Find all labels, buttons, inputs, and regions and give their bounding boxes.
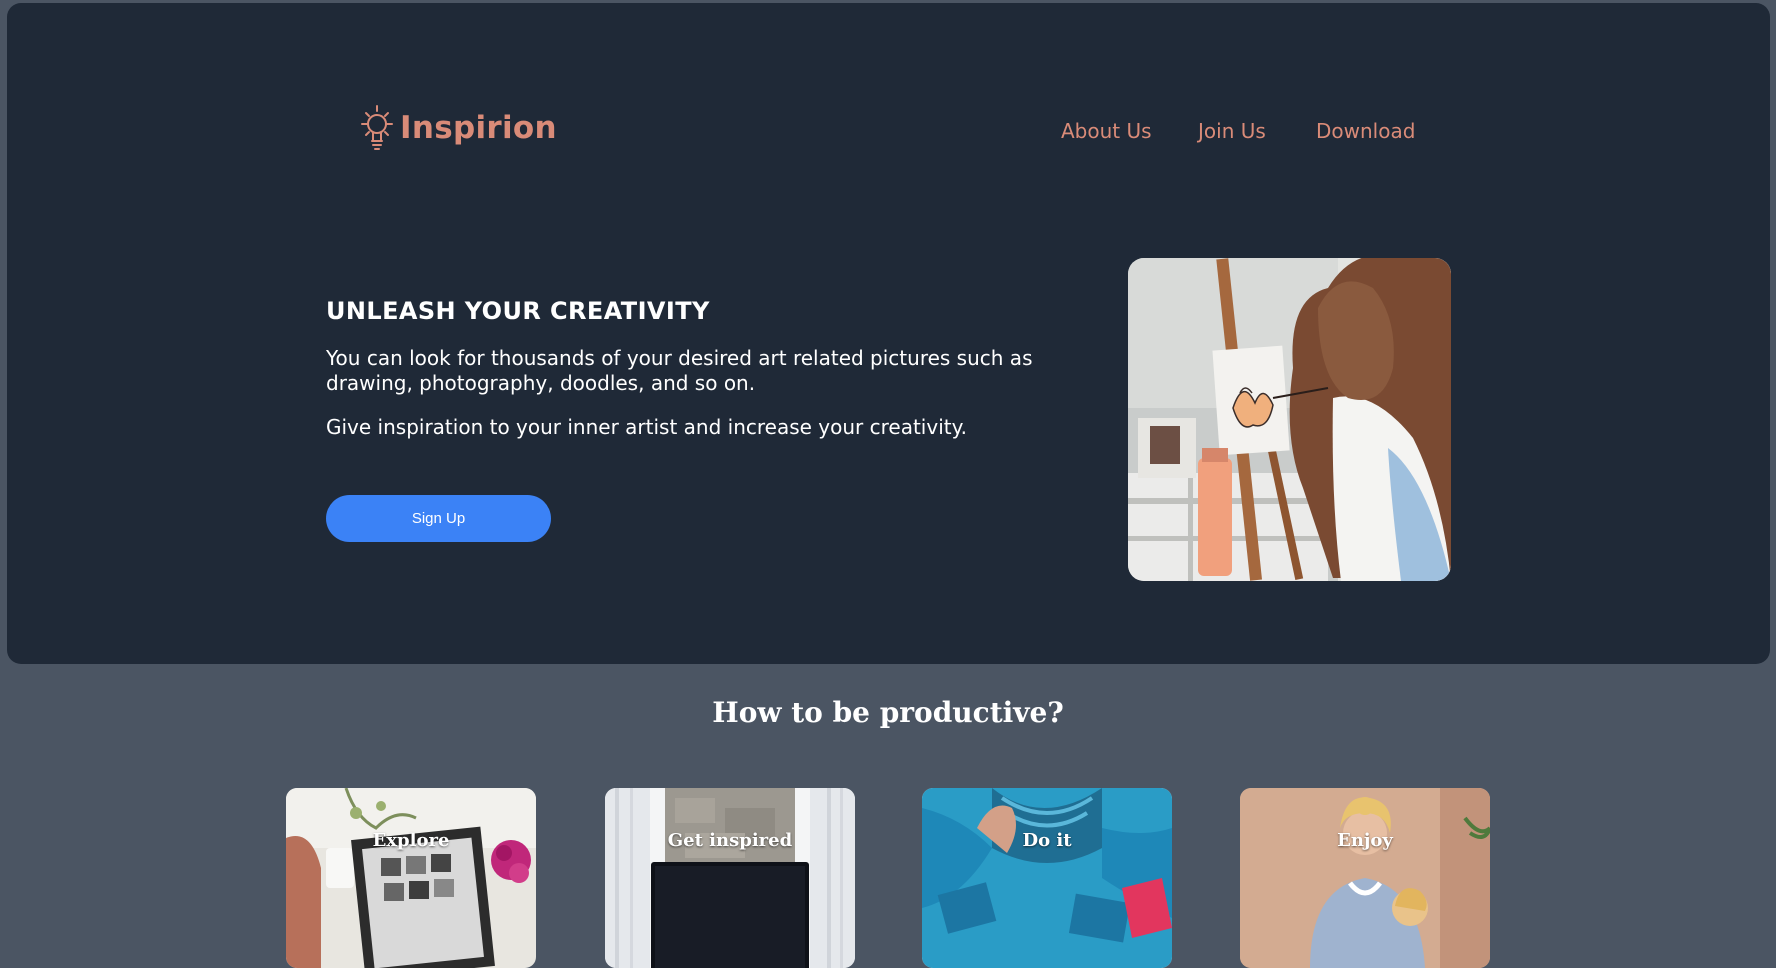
fireplace-with-monitor-photo xyxy=(605,788,855,968)
card-do-it[interactable]: Do it xyxy=(922,788,1172,968)
nav-join-us-link[interactable]: Join Us xyxy=(1198,119,1266,143)
card-enjoy[interactable]: Enjoy xyxy=(1240,788,1490,968)
sign-up-button[interactable]: Sign Up xyxy=(326,495,551,542)
card-label: Do it xyxy=(1022,830,1072,851)
mother-and-child-photo xyxy=(1240,788,1490,968)
hero-subdescription: Give inspiration to your inner artist an… xyxy=(326,415,967,439)
card-label: Get inspired xyxy=(667,830,793,851)
card-label: Explore xyxy=(372,830,450,851)
knitted-blue-sweater-photo xyxy=(922,788,1172,968)
hero-image xyxy=(1128,258,1451,581)
hero-description: You can look for thousands of your desir… xyxy=(326,346,1033,395)
nav-download-link[interactable]: Download xyxy=(1316,119,1415,143)
nav-about-us-link[interactable]: About Us xyxy=(1061,119,1152,143)
card-get-inspired[interactable]: Get inspired xyxy=(605,788,855,968)
hero-section: Inspirion About Us Join Us Download UNLE… xyxy=(7,3,1770,664)
card-label: Enjoy xyxy=(1337,830,1393,851)
main-nav: About Us Join Us Download xyxy=(7,119,1770,149)
laptop-with-flowers-photo xyxy=(286,788,536,968)
card-explore[interactable]: Explore xyxy=(286,788,536,968)
hero-title: UNLEASH YOUR CREATIVITY xyxy=(326,297,710,325)
section-title: How to be productive? xyxy=(712,696,1064,729)
